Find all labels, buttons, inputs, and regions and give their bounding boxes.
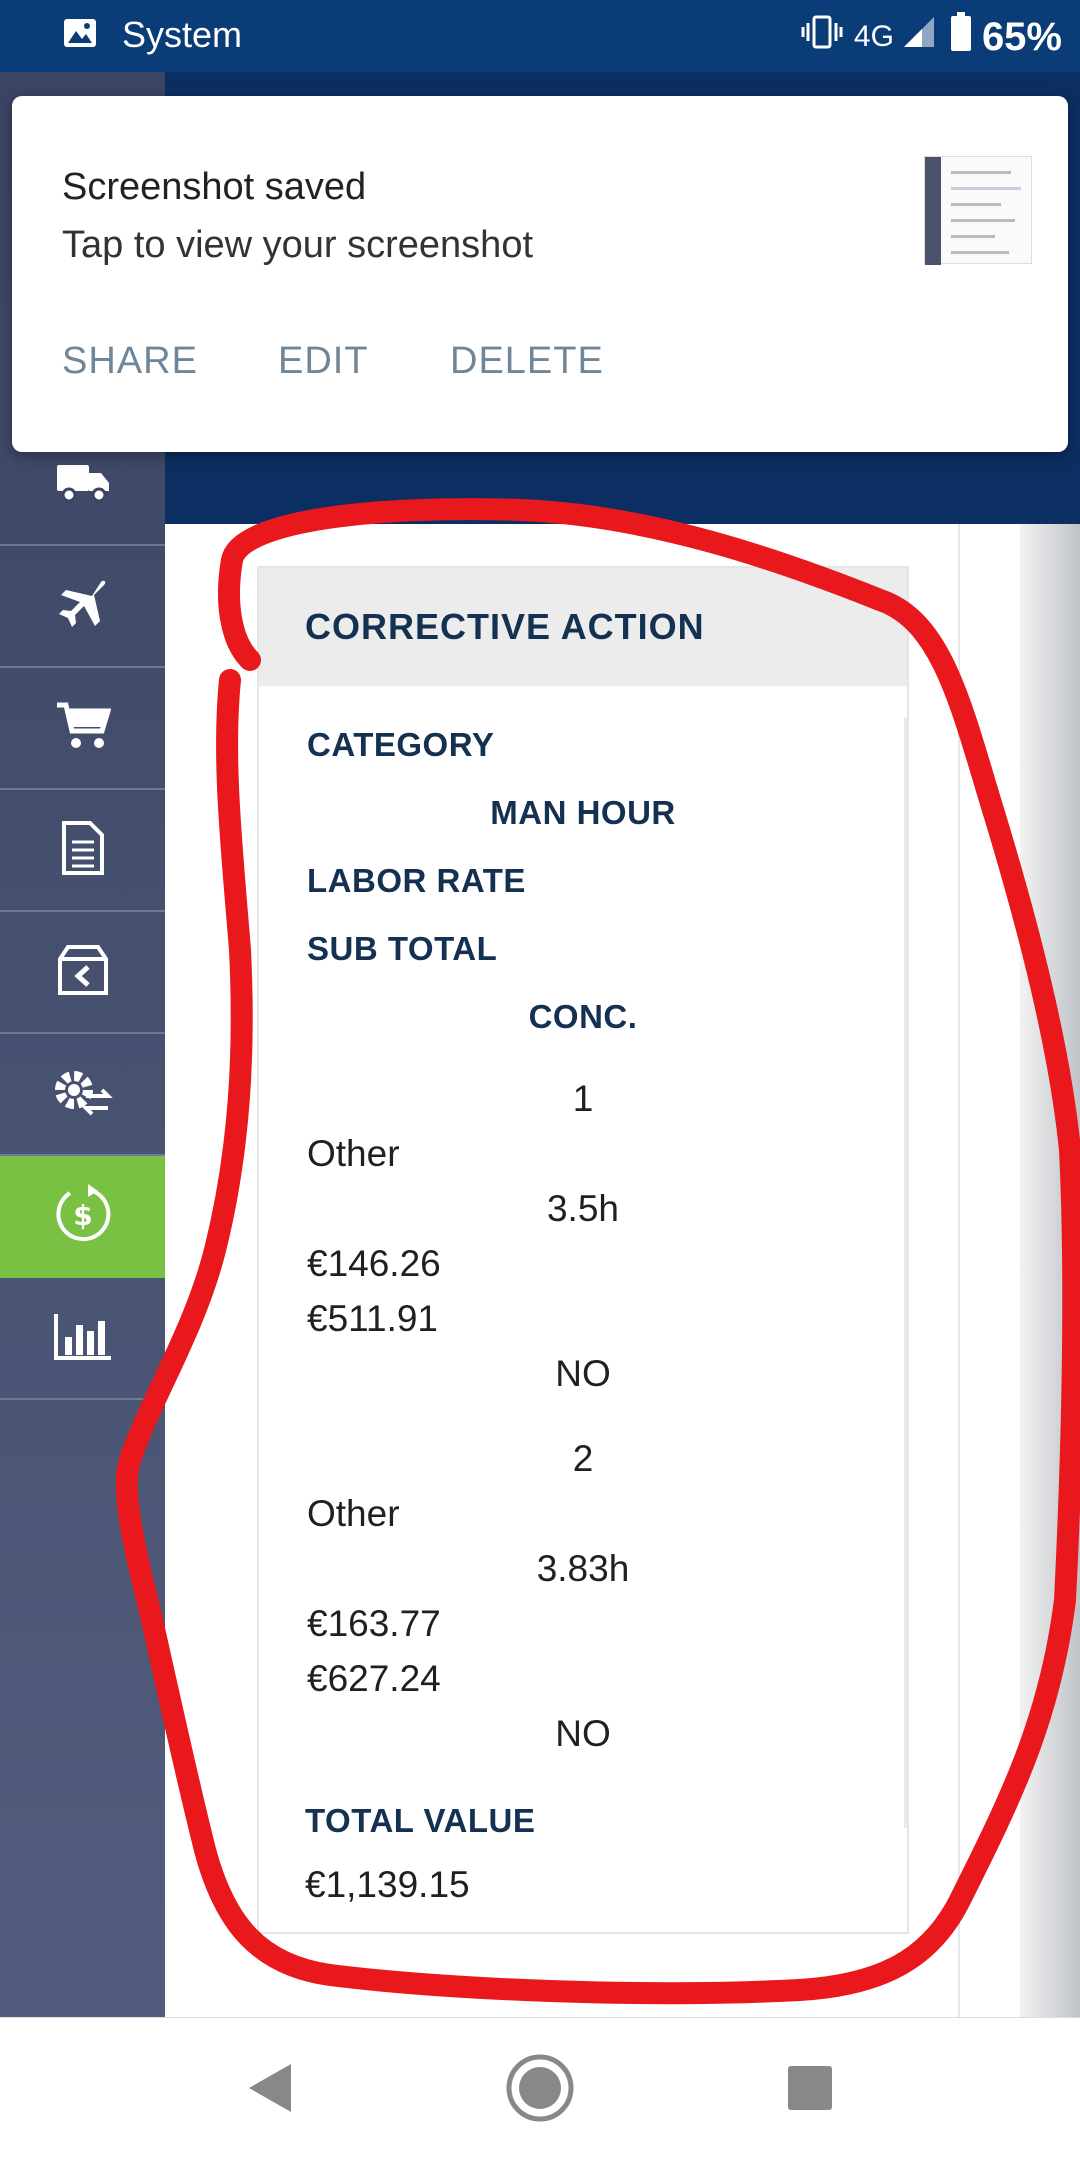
sidebar-item-purchase[interactable] (0, 668, 165, 790)
recents-icon (788, 2066, 832, 2110)
total-value: €1,139.15 (305, 1864, 470, 1905)
home-button[interactable] (500, 2048, 580, 2128)
truck-icon (55, 459, 111, 510)
edit-button[interactable]: EDIT (278, 340, 369, 383)
row-labor-rate: €163.77 (307, 1603, 441, 1644)
row-category: Other (307, 1493, 400, 1534)
header-man-hour: MAN HOUR (490, 794, 676, 831)
battery-icon (950, 12, 972, 62)
screenshot-thumbnail[interactable] (924, 156, 1032, 265)
document-icon (60, 820, 106, 881)
sidebar-item-flights[interactable] (0, 546, 165, 668)
row-index: 2 (572, 1438, 594, 1479)
scroll-gutter (1020, 524, 1080, 2017)
row-conc: NO (555, 1353, 611, 1394)
card-title: CORRECTIVE ACTION (259, 568, 907, 686)
status-app-name: System (122, 14, 243, 55)
sidebar-item-reports[interactable] (0, 1278, 165, 1400)
signal-icon (902, 15, 936, 59)
row-labor-rate: €146.26 (307, 1243, 441, 1284)
notification-subtitle: Tap to view your screenshot (62, 224, 534, 266)
vibrate-icon (800, 14, 844, 60)
battery-level: 65% (981, 14, 1062, 59)
screenshot-notification[interactable]: Screenshot saved Tap to view your screen… (12, 96, 1068, 452)
image-icon (62, 17, 98, 54)
navigation-bar (0, 2017, 1080, 2160)
row-index: 1 (572, 1078, 594, 1119)
header-labor-rate: LABOR RATE (307, 862, 526, 899)
network-type: 4G (853, 20, 894, 53)
row-category: Other (307, 1133, 400, 1174)
sidebar-item-finance[interactable]: $ (0, 1156, 165, 1278)
airplane-icon (57, 578, 109, 635)
home-icon (506, 2054, 574, 2122)
share-button[interactable]: SHARE (62, 340, 198, 383)
notification-title: Screenshot saved (62, 166, 367, 208)
sidebar-item-returns[interactable] (0, 912, 165, 1034)
delete-button[interactable]: DELETE (450, 340, 604, 383)
row-man-hour: 3.5h (546, 1188, 619, 1229)
status-bar: System 4G 65% (0, 0, 1080, 72)
back-button[interactable] (230, 2048, 310, 2128)
row-sub-total: €627.24 (307, 1658, 441, 1699)
row-sub-total: €511.91 (307, 1298, 438, 1339)
dollar-refresh-icon: $ (52, 1183, 114, 1250)
total-value-label: TOTAL VALUE (305, 1802, 536, 1839)
corrective-action-card: CORRECTIVE ACTION CATEGORY MAN HOUR LABO… (257, 566, 909, 1934)
svg-text:$: $ (73, 1199, 92, 1232)
header-category: CATEGORY (307, 726, 495, 763)
gear-exchange-icon (52, 1064, 114, 1125)
box-return-icon (56, 943, 110, 1002)
sidebar-item-settings[interactable] (0, 1034, 165, 1156)
cart-icon (55, 701, 111, 756)
bar-chart-icon (53, 1311, 113, 1366)
back-icon (249, 2064, 291, 2112)
recents-button[interactable] (770, 2048, 850, 2128)
header-conc: CONC. (528, 998, 638, 1035)
header-sub-total: SUB TOTAL (307, 930, 498, 967)
row-man-hour: 3.83h (536, 1548, 630, 1589)
divider (958, 524, 960, 2017)
row-conc: NO (555, 1713, 611, 1754)
sidebar-item-documents[interactable] (0, 790, 165, 912)
card-divider (904, 718, 907, 1828)
